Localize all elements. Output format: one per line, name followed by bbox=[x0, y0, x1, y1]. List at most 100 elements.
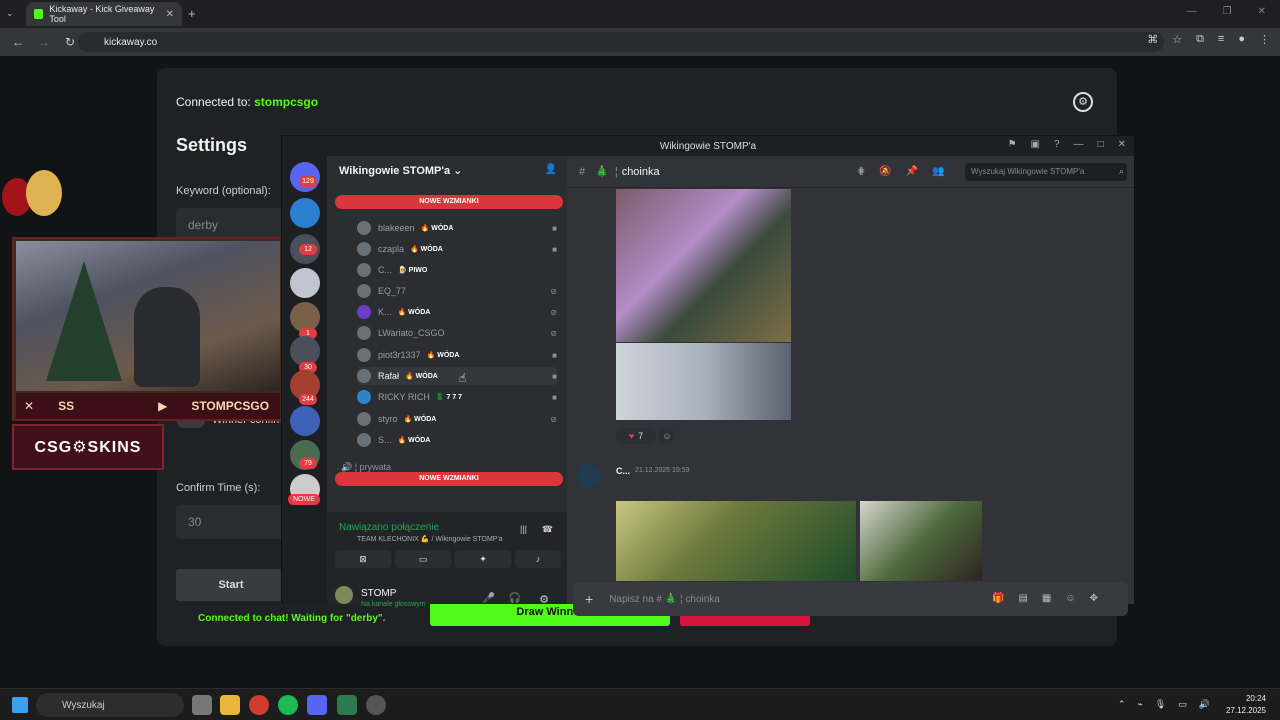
translate-icon[interactable]: ⌘ bbox=[1147, 33, 1158, 46]
server-icon[interactable] bbox=[290, 406, 320, 436]
screen-share-button[interactable]: ▭ bbox=[395, 550, 451, 568]
soundboard-button[interactable]: ♪ bbox=[515, 550, 561, 568]
bookmark-star-icon[interactable]: ☆ bbox=[1172, 33, 1182, 46]
search-icon[interactable]: ⌕ bbox=[1119, 166, 1124, 177]
menu-kebab-icon[interactable]: ⋮ bbox=[1259, 33, 1270, 46]
settings-gear-icon[interactable]: ⚙ bbox=[1073, 92, 1093, 112]
minimize-icon[interactable]: — bbox=[1187, 6, 1197, 17]
heart-reaction[interactable]: ♥ 7 bbox=[616, 428, 656, 444]
emoji-icon[interactable]: ☺ bbox=[1065, 593, 1075, 604]
add-member-icon[interactable]: 👤 bbox=[545, 164, 557, 175]
restore-icon[interactable]: ❐ bbox=[1223, 6, 1232, 17]
display-icon[interactable]: ▭ bbox=[1178, 699, 1187, 710]
inbox-flag-icon[interactable]: ⚑ bbox=[1008, 139, 1017, 150]
connection-line: Connected to: stompcsgo bbox=[176, 95, 318, 109]
reload-icon[interactable]: ↻ bbox=[62, 35, 78, 49]
mic-tray-icon[interactable]: 🎙 bbox=[1155, 699, 1166, 710]
spotify-icon[interactable] bbox=[278, 695, 298, 715]
sticker-icon[interactable]: ▦ bbox=[1042, 593, 1051, 604]
chrome-icon[interactable] bbox=[249, 695, 269, 715]
member-name: piot3r1337 bbox=[378, 350, 421, 360]
guild-badge: 79 bbox=[299, 458, 317, 469]
windows-start-icon[interactable] bbox=[12, 697, 28, 713]
gif-icon[interactable]: ▤ bbox=[1018, 593, 1027, 604]
obs-icon[interactable] bbox=[366, 695, 386, 715]
connected-channel: stompcsgo bbox=[254, 95, 319, 109]
back-icon[interactable]: ← bbox=[10, 35, 26, 49]
taskbar-clock[interactable]: 20:24 27.12.2025 bbox=[1226, 693, 1266, 717]
taskbar-search[interactable]: Wyszukaj bbox=[36, 693, 184, 717]
new-mentions-bottom[interactable]: NOWE WZMIANKI bbox=[335, 472, 563, 486]
confirm-time-input[interactable]: 30 bbox=[176, 505, 286, 539]
noise-suppression-icon[interactable]: ||| bbox=[520, 524, 527, 534]
gift-icon[interactable]: 🎁 bbox=[992, 593, 1004, 604]
camera-off-button[interactable]: ⊠ bbox=[335, 550, 391, 568]
disconnect-icon[interactable]: ☎ bbox=[542, 524, 553, 535]
browser-tab[interactable]: Kickaway - Kick Giveaway Tool ✕ bbox=[26, 2, 182, 26]
voice-member[interactable]: blakeeen 🔥 WÓDA ■ bbox=[357, 219, 557, 237]
attach-plus-icon[interactable]: + bbox=[585, 591, 593, 607]
threads-icon[interactable]: ⋕ bbox=[857, 166, 865, 177]
excel-icon[interactable] bbox=[337, 695, 357, 715]
new-mentions-top[interactable]: NOWE WZMIANKI bbox=[335, 195, 563, 209]
tab-search-chevron-icon[interactable]: ⌄ bbox=[6, 8, 14, 19]
help-icon[interactable]: ? bbox=[1054, 139, 1060, 150]
close-icon[interactable]: ✕ bbox=[1118, 139, 1126, 150]
server-icon[interactable] bbox=[290, 198, 320, 228]
media-icon[interactable]: ≡ bbox=[1218, 33, 1224, 46]
file-explorer-icon[interactable] bbox=[220, 695, 240, 715]
avatar bbox=[357, 326, 371, 340]
minimize-icon[interactable]: — bbox=[1074, 139, 1084, 150]
close-tab-icon[interactable]: ✕ bbox=[166, 9, 174, 20]
discord-window: Wikingowie STOMP'a ⚑ ▣ ? — □ ✕ 129 12 1 … bbox=[281, 135, 1134, 616]
server-name-text: Wikingowie STOMP'a bbox=[339, 165, 451, 177]
server-name[interactable]: Wikingowie STOMP'a ⌄ bbox=[339, 164, 462, 177]
message-author[interactable]: C... bbox=[616, 466, 630, 476]
member-name: S... bbox=[378, 435, 392, 445]
voice-member[interactable]: K... 🔥 WÓDA ⊘ bbox=[357, 303, 557, 321]
attachment-image[interactable] bbox=[616, 189, 791, 342]
user-settings-gear-icon[interactable]: ⚙ bbox=[539, 593, 549, 606]
attachment-image[interactable] bbox=[616, 343, 791, 420]
voice-member[interactable]: C... 🍺 PIWO bbox=[357, 261, 557, 279]
notifications-off-icon[interactable]: 🔕 bbox=[879, 166, 891, 177]
volume-icon[interactable]: 🔊 bbox=[1199, 699, 1210, 710]
author-avatar[interactable] bbox=[577, 464, 601, 488]
camera-icon: ■ bbox=[552, 244, 557, 254]
extensions-icon[interactable]: ⧉ bbox=[1196, 33, 1204, 46]
microphone-icon[interactable]: 🎤 bbox=[483, 593, 495, 604]
network-icon[interactable]: ⌁ bbox=[1137, 699, 1142, 710]
attachment-image[interactable] bbox=[616, 501, 856, 581]
close-window-icon[interactable]: ✕ bbox=[1258, 6, 1266, 17]
voice-member[interactable]: EQ_77 ⊘ bbox=[357, 282, 557, 300]
voice-member[interactable]: S... 🔥 WÓDA bbox=[357, 431, 557, 449]
voice-member[interactable]: piot3r1337 🔥 WÓDA ■ bbox=[357, 346, 557, 364]
activities-button[interactable]: ✦ bbox=[455, 550, 511, 568]
task-view-icon[interactable] bbox=[192, 695, 212, 715]
maximize-icon[interactable]: □ bbox=[1098, 139, 1104, 150]
avatar bbox=[357, 412, 371, 426]
voice-member[interactable]: czapla 🔥 WÓDA ■ bbox=[357, 240, 557, 258]
member-list-icon[interactable]: 👥 bbox=[932, 166, 944, 177]
tray-chevron-icon[interactable]: ⌃ bbox=[1118, 699, 1126, 710]
attachment-image[interactable] bbox=[860, 501, 982, 581]
new-tab-icon[interactable]: + bbox=[188, 6, 196, 21]
voice-member[interactable]: Rafał 🔥 WÓDA ■ bbox=[357, 367, 557, 385]
search-input[interactable]: Wyszukaj Wikingowie STOMP'a bbox=[965, 163, 1127, 181]
forward-icon[interactable]: → bbox=[36, 35, 52, 49]
pin-icon[interactable]: 📌 bbox=[906, 166, 918, 177]
voice-member[interactable]: LWariato_CSGO ⊘ bbox=[357, 324, 557, 342]
user-avatar[interactable] bbox=[335, 586, 353, 604]
discord-icon[interactable] bbox=[307, 695, 327, 715]
apps-icon[interactable]: ✥ bbox=[1090, 593, 1098, 604]
server-icon[interactable] bbox=[290, 268, 320, 298]
url-input[interactable]: kickaway.co bbox=[78, 32, 1164, 52]
start-button[interactable]: Start bbox=[176, 569, 286, 601]
add-reaction-icon[interactable]: ☺ bbox=[659, 428, 675, 444]
screen-icon[interactable]: ▣ bbox=[1031, 139, 1040, 150]
profile-avatar-icon[interactable]: ● bbox=[1238, 33, 1245, 46]
voice-member[interactable]: RICKY RICH 💲 7 7 7 ■ bbox=[357, 388, 557, 406]
voice-member[interactable]: styro 🔥 WÓDA ⊘ bbox=[357, 410, 557, 428]
avatar bbox=[357, 369, 371, 383]
headphones-icon[interactable]: 🎧 bbox=[509, 593, 521, 604]
